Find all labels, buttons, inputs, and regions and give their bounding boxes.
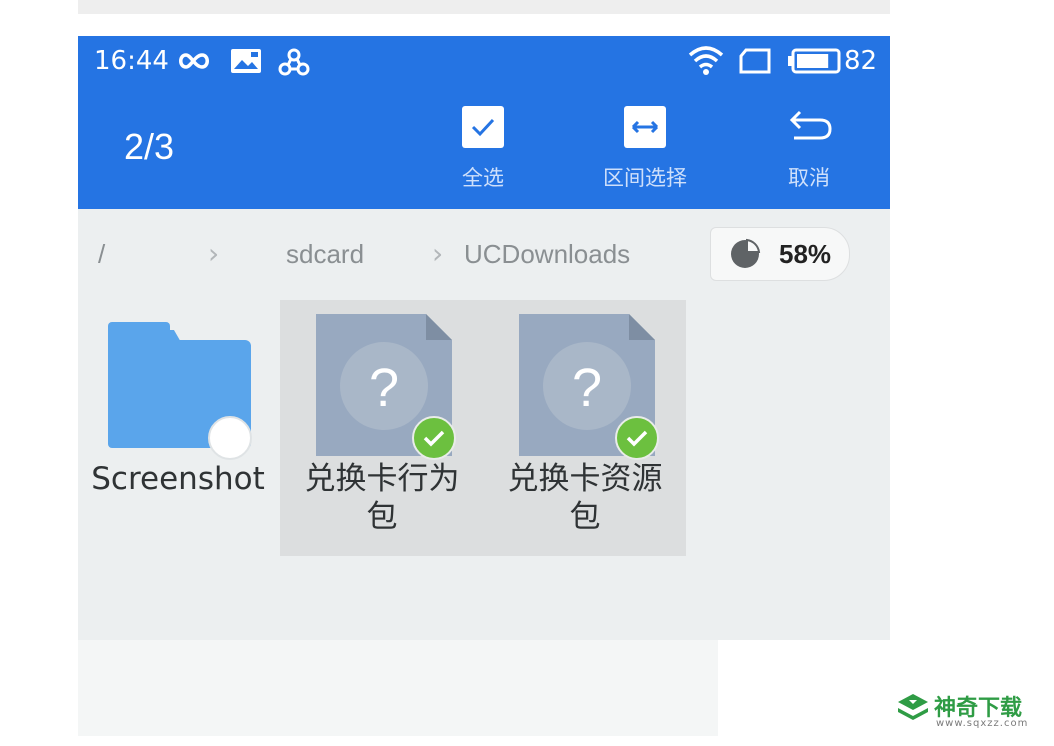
selected-check-icon[interactable] xyxy=(615,416,659,460)
file-name: 兑换卡资源包 xyxy=(507,461,663,535)
status-time: 16:44 xyxy=(94,46,169,76)
checkbox-icon xyxy=(462,106,504,148)
sim-icon xyxy=(738,48,772,78)
file-item-exchange-resource[interactable]: ? 兑换卡资源包 xyxy=(485,300,685,556)
selection-count: 2/3 xyxy=(124,126,175,167)
selected-check-icon[interactable] xyxy=(412,416,456,460)
range-select-button[interactable]: 区间选择 xyxy=(590,106,700,192)
selection-circle[interactable] xyxy=(208,416,252,460)
file-name: 兑换卡行为包 xyxy=(304,461,460,535)
range-select-label: 区间选择 xyxy=(603,166,687,190)
phone-screen: 16:44 82 2/3 全选 区间选择 取消 / › sdcard › UCD… xyxy=(78,36,890,736)
battery-icon xyxy=(788,48,842,78)
pie-chart-icon xyxy=(729,238,761,274)
chevron-right-icon: › xyxy=(208,237,220,270)
storage-percent: 58% xyxy=(779,239,832,269)
storage-usage-button[interactable]: 58% xyxy=(710,227,850,281)
chevron-right-icon: › xyxy=(432,237,444,270)
svg-text:?: ? xyxy=(572,358,602,418)
watermark-url: www.sqxzz.com xyxy=(936,718,1029,729)
undo-arrow-icon xyxy=(788,106,832,148)
select-all-button[interactable]: 全选 xyxy=(428,106,538,192)
battery-percent: 82 xyxy=(844,46,878,76)
top-strip xyxy=(78,0,890,14)
infinity-icon xyxy=(176,48,214,78)
cancel-label: 取消 xyxy=(788,166,830,190)
share-icon xyxy=(278,48,310,80)
folder-item-screenshot[interactable]: Screenshot xyxy=(78,300,278,556)
breadcrumb: / › sdcard › UCDownloads 58% xyxy=(78,209,890,297)
wifi-icon xyxy=(688,44,724,80)
range-select-icon xyxy=(624,106,666,148)
file-item-exchange-behavior[interactable]: ? 兑换卡行为包 xyxy=(282,300,482,556)
image-icon xyxy=(230,48,262,78)
watermark-logo-icon xyxy=(896,692,930,726)
breadcrumb-item-ucdownloads[interactable]: UCDownloads xyxy=(464,239,630,270)
status-bar: 16:44 82 xyxy=(78,36,890,88)
select-all-label: 全选 xyxy=(462,166,504,190)
cancel-button[interactable]: 取消 xyxy=(754,106,864,192)
empty-area xyxy=(718,640,890,736)
file-name: Screenshot xyxy=(91,461,265,497)
breadcrumb-root[interactable]: / xyxy=(98,239,105,270)
svg-text:?: ? xyxy=(369,358,399,418)
selection-app-bar: 2/3 全选 区间选择 取消 xyxy=(78,88,890,209)
breadcrumb-item-sdcard[interactable]: sdcard xyxy=(286,239,364,270)
